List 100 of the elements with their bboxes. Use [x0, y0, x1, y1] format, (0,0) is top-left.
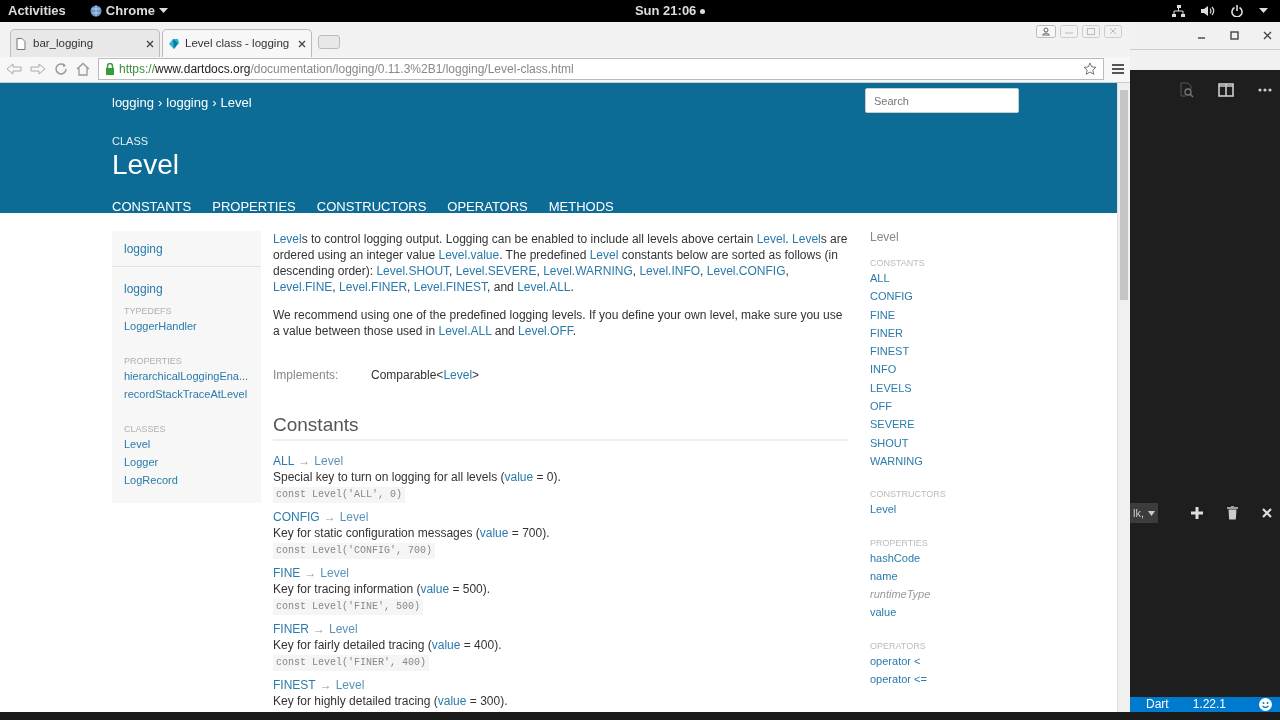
sidebar-link[interactable]: LoggerHandler	[124, 320, 197, 332]
section-title: Constants	[273, 417, 848, 441]
type-link[interactable]: Level	[320, 565, 350, 581]
close-icon[interactable]	[1263, 31, 1272, 40]
terminal-dropdown[interactable]: lk,	[1130, 503, 1158, 523]
scrollbar[interactable]	[1117, 83, 1130, 712]
toc-link[interactable]: value	[870, 606, 897, 619]
tab-title: bar_logging	[33, 35, 95, 51]
plus-icon[interactable]	[1191, 507, 1203, 519]
star-icon[interactable]	[1083, 61, 1097, 76]
toc-link[interactable]: INFO	[870, 363, 897, 376]
doc-link[interactable]: value	[437, 694, 467, 708]
caret-icon[interactable]	[1259, 8, 1268, 14]
doc-link[interactable]: value	[479, 526, 509, 540]
breadcrumb-link[interactable]: logging	[166, 93, 209, 113]
toc-link[interactable]: hashCode	[870, 551, 921, 564]
close-icon[interactable]	[146, 39, 154, 48]
doc-link[interactable]: Level.SHOUT	[376, 264, 450, 278]
profile-icon[interactable]	[1036, 25, 1056, 38]
section-nav-link[interactable]: OPERATORS	[447, 197, 528, 217]
doc-link[interactable]: Level	[792, 232, 821, 246]
type-link[interactable]: Level	[339, 509, 369, 525]
toc-link[interactable]: Level	[870, 503, 897, 516]
file-icon	[16, 37, 28, 50]
browser-tab[interactable]: Level class - logging	[162, 29, 312, 57]
toc-link[interactable]: ALL	[870, 272, 890, 284]
doc-link[interactable]: value	[420, 582, 450, 596]
toc-title: Level	[870, 229, 900, 245]
sidebar-link[interactable]: Level	[124, 438, 151, 450]
constant-link[interactable]: FINEST	[273, 677, 316, 693]
toc-link[interactable]: LEVELS	[870, 381, 912, 394]
return-arrow: →	[304, 565, 317, 581]
constant-description: Key for fairly detailed tracing (value = 400).	[273, 637, 503, 653]
kind-label: CLASS	[112, 134, 150, 149]
more-icon[interactable]	[1258, 88, 1272, 92]
close-icon[interactable]	[298, 39, 306, 48]
section-nav-link[interactable]: PROPERTIES	[212, 197, 296, 217]
return-arrow: →	[313, 621, 325, 637]
maximize-icon[interactable]	[1230, 31, 1239, 40]
section-nav-link[interactable]: CONSTANTS	[112, 197, 192, 217]
sidebar-link[interactable]: LogRecord	[124, 474, 178, 486]
breadcrumb-link[interactable]: Level	[220, 93, 252, 113]
constant-link[interactable]: FINER	[273, 621, 309, 637]
network-icon[interactable]	[1172, 5, 1185, 17]
activities-button[interactable]: Activities	[8, 1, 66, 21]
home-icon[interactable]	[76, 61, 90, 76]
doc-link[interactable]: Level.WARNING	[543, 264, 633, 278]
doc-link[interactable]: value	[431, 638, 461, 652]
address-bar[interactable]: https://www.dartdocs.org/documentation/logging/0.11.3%2B1/logging/Level-class.html	[98, 57, 1104, 80]
type-link[interactable]: Level	[335, 677, 365, 693]
search-field[interactable]: Search	[865, 88, 1019, 113]
version-status[interactable]: 1.22.1	[1192, 697, 1227, 712]
reload-icon[interactable]	[54, 61, 68, 76]
power-icon[interactable]	[1231, 5, 1243, 17]
toc-link[interactable]: FINER	[870, 326, 903, 339]
language-status[interactable]: Dart	[1146, 697, 1169, 712]
doc-link[interactable]: Level.SEVERE	[455, 264, 537, 278]
toc-link[interactable]: runtimeType	[870, 588, 931, 601]
toc-link[interactable]: OFF	[870, 400, 892, 413]
globe-icon	[89, 5, 102, 17]
sidebar-link[interactable]: recordStackTraceAtLevel	[124, 388, 248, 400]
type-link[interactable]: Level	[314, 453, 344, 469]
split-editor-icon[interactable]	[1218, 83, 1234, 97]
toc-link[interactable]: SEVERE	[870, 418, 915, 431]
menu-icon[interactable]	[1112, 62, 1124, 75]
volume-icon[interactable]	[1201, 5, 1215, 17]
toc-link[interactable]: operator <	[870, 654, 921, 667]
trash-icon[interactable]	[1227, 506, 1238, 520]
section-nav-link[interactable]: CONSTRUCTORS	[316, 197, 427, 217]
type-link[interactable]: Level	[443, 368, 473, 382]
toc-link[interactable]: operator <=	[870, 673, 927, 686]
section-nav-link[interactable]: METHODS	[548, 197, 614, 217]
toc-link[interactable]: WARNING	[870, 454, 923, 467]
sidebar-link[interactable]: logging	[124, 242, 163, 256]
toc-heading: OPERATORS	[870, 639, 927, 652]
sidebar-link[interactable]: Logger	[124, 456, 159, 468]
breadcrumb-separator: ›	[157, 94, 163, 112]
doc-link[interactable]: Level	[589, 248, 619, 262]
sidebar-link[interactable]: hierarchicalLoggingEna...	[124, 370, 249, 382]
doc-link[interactable]: Level	[273, 232, 302, 246]
type-link[interactable]: Level	[329, 621, 358, 637]
doc-link[interactable]: Level.ALL	[438, 324, 492, 338]
doc-link[interactable]: value	[504, 470, 534, 484]
doc-link[interactable]: Level.ALL	[517, 280, 571, 294]
constant-link[interactable]: FINE	[273, 565, 301, 581]
doc-link[interactable]: Level.OFF	[518, 324, 573, 338]
browser-tab[interactable]: bar_logging	[10, 29, 160, 57]
search-icon[interactable]	[1178, 82, 1194, 98]
toc-link[interactable]: FINE	[870, 308, 896, 321]
smiley-icon[interactable]	[1259, 698, 1272, 711]
toc-link[interactable]: CONFIG	[870, 290, 913, 303]
constant-link[interactable]: ALL	[273, 453, 295, 469]
toc-link[interactable]: SHOUT	[870, 436, 909, 449]
doc-link[interactable]: Level.FINEST	[413, 280, 488, 294]
constant-link[interactable]: CONFIG	[273, 509, 320, 525]
toc-link[interactable]: name	[870, 569, 898, 582]
breadcrumb-link[interactable]: logging	[112, 93, 154, 113]
app-menu-label[interactable]: Chrome	[105, 1, 155, 21]
toc-link[interactable]: FINEST	[870, 345, 910, 358]
sidebar-link[interactable]: logging	[124, 282, 163, 296]
